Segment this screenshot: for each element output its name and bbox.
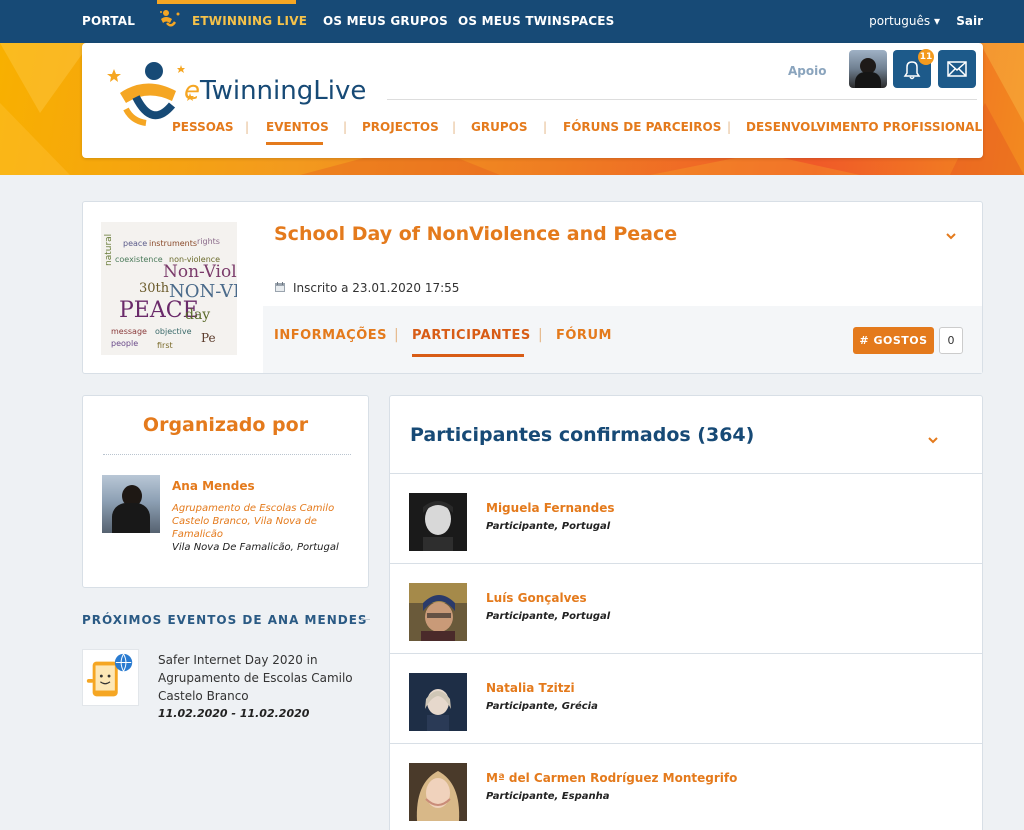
subnav-active-underline: [266, 142, 323, 145]
event-card: natural peace instruments rights coexist…: [82, 201, 983, 374]
subnav-separator: |: [543, 120, 548, 134]
header-card: eTwinningLive Apoio 11 PESSOAS | EVENTOS…: [82, 43, 983, 158]
organizer-location: Vila Nova De Famalicão, Portugal: [172, 542, 339, 553]
svg-text:day: day: [185, 307, 210, 323]
participants-heading: Participantes confirmados (364): [410, 424, 755, 446]
svg-text:natural: natural: [104, 234, 114, 266]
support-link[interactable]: Apoio: [788, 64, 826, 78]
next-event-title-link[interactable]: Safer Internet Day 2020 in Agrupamento d…: [158, 651, 358, 705]
subnav-desenvolvimento[interactable]: DESENVOLVIMENTO PROFISSIONAL: [746, 120, 982, 134]
organizer-card: Organizado por Ana Mendes Agrupamento de…: [82, 395, 369, 588]
svg-text:Non-Violence: Non-Violence: [163, 262, 237, 282]
language-selector[interactable]: português ▾: [869, 14, 940, 28]
subnav-separator: |: [245, 120, 250, 134]
subnav-pessoas[interactable]: PESSOAS: [172, 120, 234, 134]
nav-etwinning-live-link[interactable]: ETWINNING LIVE: [192, 14, 307, 28]
tab-active-underline: [412, 354, 524, 357]
organizer-heading: Organizado por: [142, 414, 309, 436]
likes-button[interactable]: # GOSTOS: [853, 327, 934, 354]
notification-count-badge: 11: [918, 49, 934, 65]
subnav-projectos[interactable]: PROJECTOS: [362, 120, 439, 134]
participant-name-link[interactable]: Natalia Tzitzi: [486, 681, 575, 695]
chevron-down-icon[interactable]: [945, 230, 957, 242]
organizer-name-link[interactable]: Ana Mendes: [172, 479, 255, 493]
heading-dash: [361, 619, 370, 620]
subnav-separator: |: [343, 120, 348, 134]
svg-text:objective: objective: [155, 327, 192, 336]
subnav-separator: |: [452, 120, 457, 134]
subnav-separator: |: [727, 120, 732, 134]
participants-panel: Participantes confirmados (364) Miguela …: [389, 395, 983, 830]
svg-text:people: people: [111, 339, 138, 348]
svg-text:peace: peace: [123, 239, 147, 248]
subnav-eventos[interactable]: EVENTOS: [266, 120, 329, 134]
participant-avatar[interactable]: [409, 673, 467, 731]
participant-avatar[interactable]: [409, 583, 467, 641]
tab-informacoes[interactable]: INFORMAÇÕES: [274, 328, 387, 343]
next-events-heading: PRÓXIMOS EVENTOS DE ANA MENDES: [82, 613, 368, 627]
etwinning-icon: [160, 10, 180, 27]
nav-portal-link[interactable]: PORTAL: [82, 14, 135, 28]
registration-date: Inscrito a 23.01.2020 17:55: [293, 281, 460, 295]
next-event-dates: 11.02.2020 - 11.02.2020: [158, 707, 310, 720]
logo-wordmark: eTwinningLive: [184, 76, 366, 106]
calendar-icon: [275, 282, 285, 292]
nav-my-twinspaces-link[interactable]: OS MEUS TWINSPACES: [458, 14, 615, 28]
mail-icon: [947, 61, 967, 77]
svg-text:30th: 30th: [139, 281, 170, 296]
header-divider: [387, 99, 977, 100]
svg-text:message: message: [111, 327, 147, 336]
subnav-foruns-parceiros[interactable]: FÓRUNS DE PARCEIROS: [563, 120, 721, 134]
likes-count: 0: [939, 327, 963, 354]
messages-button[interactable]: [938, 50, 976, 88]
participant-name-link[interactable]: Miguela Fernandes: [486, 501, 615, 515]
tab-separator: |: [394, 327, 399, 343]
participant-role: Participante, Espanha: [486, 791, 610, 802]
safer-internet-day-thumbnail[interactable]: [82, 649, 139, 706]
svg-text:first: first: [157, 341, 173, 350]
subnav-grupos[interactable]: GRUPOS: [471, 120, 527, 134]
logo-e: e: [184, 76, 200, 106]
chevron-down-icon[interactable]: [927, 434, 939, 446]
row-divider: [390, 473, 982, 474]
top-navigation-bar: PORTAL ETWINNING LIVE OS MEUS GRUPOS OS …: [0, 0, 1024, 43]
svg-text:coexistence: coexistence: [115, 255, 163, 264]
svg-text:rights: rights: [197, 237, 220, 246]
participant-role: Participante, Portugal: [486, 611, 611, 622]
participant-avatar[interactable]: [409, 493, 467, 551]
organizer-school-link[interactable]: Agrupamento de Escolas Camilo Castelo Br…: [172, 502, 357, 541]
event-word-cloud-image: natural peace instruments rights coexist…: [101, 222, 237, 355]
row-divider: [390, 563, 982, 564]
logout-link[interactable]: Sair: [956, 14, 983, 28]
participant-name-link[interactable]: Mª del Carmen Rodríguez Montegrifo: [486, 771, 737, 785]
user-avatar[interactable]: [849, 50, 887, 88]
participant-avatar[interactable]: [409, 763, 467, 821]
organizer-avatar[interactable]: [102, 475, 160, 533]
participant-name-link[interactable]: Luís Gonçalves: [486, 591, 587, 605]
tab-participantes[interactable]: PARTICIPANTES: [412, 328, 531, 343]
svg-text:Pe: Pe: [201, 331, 216, 345]
tab-forum[interactable]: FÓRUM: [556, 328, 612, 343]
nav-my-groups-link[interactable]: OS MEUS GRUPOS: [323, 14, 448, 28]
language-label: português: [869, 14, 931, 28]
row-divider: [390, 743, 982, 744]
dotted-divider: [103, 454, 351, 455]
tab-separator: |: [538, 327, 543, 343]
svg-text:instruments: instruments: [149, 239, 197, 248]
participant-role: Participante, Grécia: [486, 701, 598, 712]
active-indicator: [157, 0, 296, 4]
logo-name: TwinningLive: [200, 76, 367, 106]
event-title: School Day of NonViolence and Peace: [274, 223, 678, 245]
row-divider: [390, 653, 982, 654]
etwinning-logo-icon[interactable]: [106, 57, 196, 127]
participant-role: Participante, Portugal: [486, 521, 611, 532]
chevron-down-icon: ▾: [933, 14, 940, 28]
